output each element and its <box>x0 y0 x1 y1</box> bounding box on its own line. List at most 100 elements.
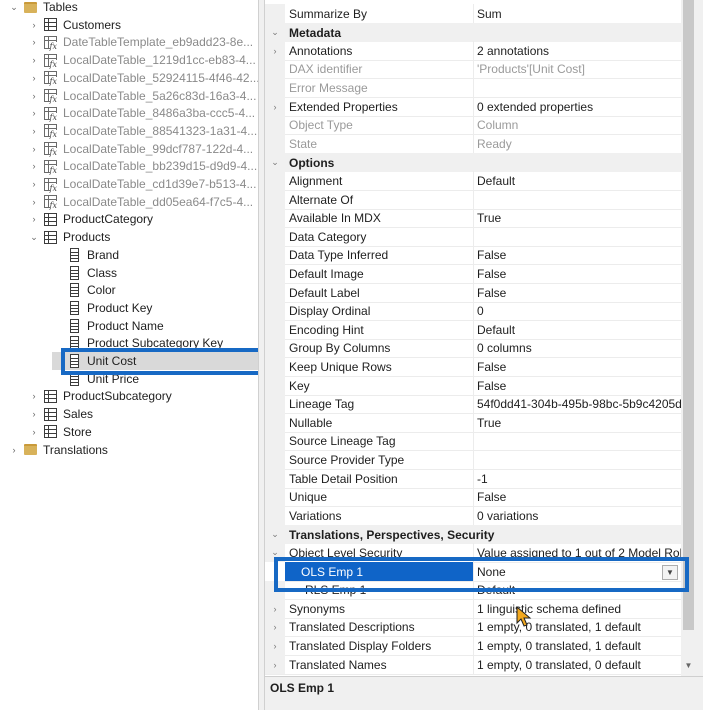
property-row[interactable]: Object Type Column <box>265 115 681 136</box>
property-value[interactable]: 1 empty, 0 translated, 0 default <box>474 655 681 674</box>
property-value[interactable]: Default <box>474 581 681 600</box>
property-value[interactable]: False <box>474 264 681 283</box>
property-row[interactable]: › Synonyms 1 linguistic schema defined <box>265 599 681 619</box>
property-row[interactable]: Group By Columns 0 columns <box>265 338 681 359</box>
property-value[interactable] <box>474 450 681 469</box>
expand-chevron-icon[interactable]: › <box>28 33 40 51</box>
expand-chevron-icon[interactable]: › <box>265 41 285 61</box>
property-row[interactable]: Data Type Inferred False <box>265 245 681 266</box>
property-row[interactable]: Display Ordinal 0 <box>265 301 681 322</box>
property-category[interactable]: ⌄ Translations, Perspectives, Security <box>265 525 681 545</box>
property-value[interactable] <box>474 190 681 209</box>
tree-table-item[interactable]: › LocalDateTable_99dcf787-122d-4... <box>28 140 253 158</box>
expand-chevron-icon[interactable]: › <box>28 87 40 105</box>
property-row[interactable]: Default Label False <box>265 283 681 303</box>
tree-table-item[interactable]: › Store <box>28 423 92 441</box>
property-row[interactable]: Table Detail Position -1 <box>265 469 681 489</box>
property-value[interactable]: Sum <box>474 4 681 23</box>
property-row[interactable]: RLS Emp 1 Default <box>265 580 681 601</box>
tree-folder-translations[interactable]: › Translations <box>8 441 108 459</box>
expand-chevron-icon[interactable]: ⌄ <box>265 153 285 173</box>
property-value[interactable]: Default <box>474 320 681 339</box>
vertical-scrollbar[interactable]: ▼ <box>681 0 696 676</box>
expand-chevron-icon[interactable]: › <box>28 387 40 405</box>
expand-chevron-icon[interactable]: ⌄ <box>265 23 285 43</box>
expand-chevron-icon[interactable]: › <box>28 193 40 211</box>
property-value[interactable]: True <box>474 209 681 228</box>
tree-column-item[interactable]: Color <box>52 281 116 299</box>
property-value[interactable]: 0 variations <box>474 506 681 525</box>
property-row[interactable]: DAX identifier 'Products'[Unit Cost] <box>265 59 681 80</box>
panel-splitter[interactable] <box>258 0 265 710</box>
property-value[interactable]: True <box>474 413 681 432</box>
property-row[interactable]: Available In MDX True <box>265 208 681 229</box>
property-value[interactable]: False <box>474 246 681 265</box>
property-value[interactable]: False <box>474 283 681 302</box>
tree-folder-tables[interactable]: ⌄ Tables <box>8 0 77 16</box>
property-row[interactable]: Summarize By Sum <box>265 4 681 24</box>
tree-table-item[interactable]: › LocalDateTable_88541323-1a31-4... <box>28 122 257 140</box>
property-row[interactable]: Default Image False <box>265 264 681 284</box>
property-row[interactable]: Error Message <box>265 78 681 98</box>
property-row[interactable]: Source Provider Type <box>265 450 681 470</box>
expand-chevron-icon[interactable]: › <box>28 122 40 140</box>
expand-chevron-icon[interactable]: › <box>8 441 20 459</box>
tree-table-item[interactable]: › ProductCategory <box>28 210 154 228</box>
tree-table-item[interactable]: › Sales <box>28 405 94 423</box>
property-value[interactable]: -1 <box>474 469 681 488</box>
property-value[interactable]: False <box>474 376 681 395</box>
expand-chevron-icon[interactable]: › <box>28 405 40 423</box>
tree-column-item[interactable]: Unit Price <box>52 370 139 388</box>
property-value[interactable] <box>474 227 681 246</box>
expand-chevron-icon[interactable]: ⌄ <box>265 543 285 563</box>
dropdown-arrow-icon[interactable]: ▼ <box>662 564 678 580</box>
property-value[interactable]: Value assigned to 1 out of 2 Model Rol <box>474 543 681 562</box>
property-row[interactable]: ⌄ Object Level Security Value assigned to … <box>265 543 681 563</box>
scroll-down-arrow-icon[interactable]: ▼ <box>681 658 696 672</box>
tree-column-item[interactable]: Product Subcategory Key <box>52 334 223 352</box>
property-row[interactable]: › Annotations 2 annotations <box>265 41 681 61</box>
property-category[interactable]: ⌄ Metadata <box>265 23 681 43</box>
expand-chevron-icon[interactable]: ⌄ <box>8 0 20 16</box>
property-value[interactable]: 2 annotations <box>474 41 681 60</box>
property-row[interactable]: Alignment Default <box>265 171 681 191</box>
property-value[interactable]: 1 empty, 0 translated, 1 default <box>474 636 681 655</box>
property-value[interactable]: False <box>474 488 681 507</box>
expand-chevron-icon[interactable]: › <box>28 423 40 441</box>
property-row[interactable]: › Translated Descriptions 1 empty, 0 trans… <box>265 617 681 638</box>
property-row[interactable]: Alternate Of <box>265 190 681 210</box>
property-value[interactable]: Ready <box>474 134 681 153</box>
property-value[interactable]: 54f0dd41-304b-495b-98bc-5b9c4205d2 <box>474 395 681 414</box>
property-row[interactable]: Data Category <box>265 227 681 247</box>
expand-chevron-icon[interactable]: › <box>28 69 40 87</box>
property-row[interactable]: Keep Unique Rows False <box>265 357 681 377</box>
property-row[interactable]: Key False <box>265 376 681 396</box>
tree-table-item[interactable]: › LocalDateTable_5a26c83d-16a3-4... <box>28 87 256 105</box>
tree-table-item[interactable]: › ProductSubcategory <box>28 387 172 405</box>
expand-chevron-icon[interactable]: ⌄ <box>265 525 285 545</box>
property-value[interactable]: False <box>474 357 681 376</box>
tree-column-item[interactable]: Brand <box>52 246 119 264</box>
scrollbar-thumb[interactable] <box>683 0 694 630</box>
property-value[interactable]: 1 empty, 0 translated, 1 default <box>474 618 681 637</box>
property-row[interactable]: Lineage Tag 54f0dd41-304b-495b-98bc-5b9c4… <box>265 394 681 415</box>
property-row[interactable]: Encoding Hint Default <box>265 320 681 340</box>
property-row[interactable]: › Translated Display Folders 1 empty, 0 tr… <box>265 636 681 656</box>
expand-chevron-icon[interactable]: › <box>28 210 40 228</box>
property-value[interactable]: Column <box>474 116 681 135</box>
property-row[interactable]: › Translated Names 1 empty, 0 translated, … <box>265 655 681 675</box>
property-row[interactable]: › Extended Properties 0 extended propertie… <box>265 97 681 117</box>
tree-column-item[interactable]: Product Key <box>52 299 152 317</box>
expand-chevron-icon[interactable]: ⌄ <box>28 228 40 246</box>
expand-chevron-icon[interactable]: › <box>28 175 40 193</box>
tree-table-item[interactable]: › DateTableTemplate_eb9add23-8e... <box>28 33 253 51</box>
expand-chevron-icon[interactable]: › <box>265 617 285 637</box>
tree-table-item[interactable]: › LocalDateTable_52924115-4f46-42... <box>28 69 258 87</box>
property-row[interactable]: Variations 0 variations <box>265 506 681 526</box>
tree-column-unit-cost[interactable]: Unit Cost <box>52 352 258 370</box>
expand-chevron-icon[interactable]: › <box>265 97 285 116</box>
tree-table-item[interactable]: › LocalDateTable_1219d1cc-eb83-4... <box>28 51 256 69</box>
expand-chevron-icon[interactable]: › <box>28 104 40 122</box>
property-value[interactable]: Default <box>474 171 681 190</box>
property-value[interactable]: 1 linguistic schema defined <box>474 599 681 618</box>
